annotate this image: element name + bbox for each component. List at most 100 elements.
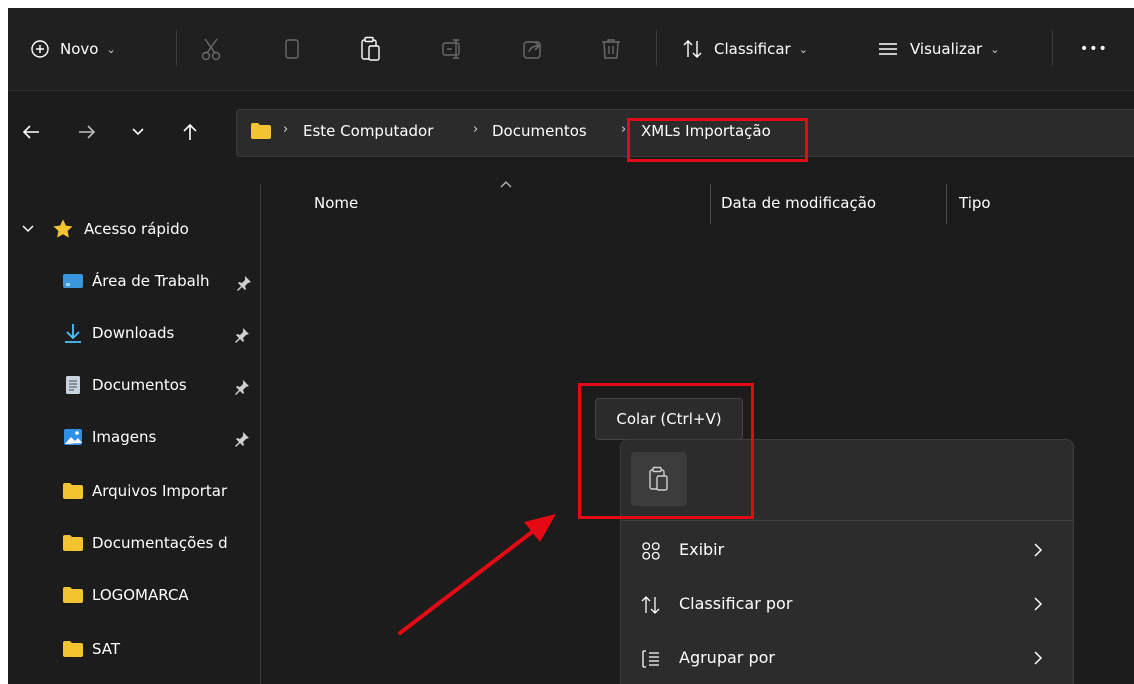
sidebar-item-label: Documentações d [92,534,228,552]
pin-icon [235,328,249,343]
sidebar-item-folder[interactable]: SAT [62,634,120,664]
copy-icon [285,39,299,59]
toolbar-separator [1052,30,1053,66]
sidebar-item-label: Imagens [92,428,157,446]
chevron-down-icon: ⌄ [798,42,808,56]
highlight-box-paste [578,383,754,519]
sidebar-item-label: Arquivos Importar [92,482,228,500]
navigation-pane: Acesso rápido Área de Trabalh Downloads … [8,174,262,684]
copy-button[interactable] [283,8,301,90]
toolbar-separator [176,30,177,66]
delete-button[interactable] [600,8,622,90]
sidebar-item-documents[interactable]: Documentos [62,370,187,400]
arrow-up-icon [183,123,197,140]
recent-locations-button[interactable] [132,91,144,173]
chevron-down-icon [132,128,144,136]
grid-view-icon [642,542,660,560]
sidebar-item-folder[interactable]: Arquivos Importar [62,476,227,506]
sort-button-label: Classificar [714,40,791,58]
more-icon: ••• [1080,41,1108,57]
sidebar-quick-access-label: Acesso rápido [84,220,189,238]
chevron-down-icon: ⌄ [990,42,1000,56]
breadcrumb-separator: › [473,122,479,137]
pin-icon [235,432,249,447]
sidebar-item-folder[interactable]: Documentações d [62,528,228,558]
desktop-icon [62,272,84,290]
sort-button[interactable]: Classificar ⌄ [682,8,808,90]
breadcrumb-documents[interactable]: Documentos [492,122,587,140]
download-icon [62,324,84,343]
chevron-right-icon [1034,597,1043,611]
trash-icon [602,39,620,59]
sidebar-item-label: Área de Trabalh [92,272,210,290]
sort-icon [641,596,660,614]
chevron-down-icon: ⌄ [106,42,116,56]
menu-item-label: Classificar por [679,594,793,613]
menu-item-label: Exibir [679,540,725,559]
list-view-icon [879,43,897,55]
image-icon [62,428,84,446]
new-button-label: Novo [60,40,99,58]
toolbar-separator [656,30,657,66]
breadcrumb-separator: › [283,122,289,137]
pin-icon [235,380,249,395]
command-bar: Novo ⌄ Classificar ⌄ Visualizar ⌄ ••• [8,8,1134,91]
menu-item-label: Agrupar por [679,648,775,667]
arrow-right-icon [79,125,96,139]
column-header-type[interactable]: Tipo [959,194,991,212]
sidebar-item-pictures[interactable]: Imagens [62,422,156,452]
view-button-label: Visualizar [910,40,983,58]
breadcrumb-this-pc[interactable]: Este Computador [303,122,433,140]
new-button[interactable]: Novo ⌄ [30,8,116,90]
folder-icon [62,586,84,604]
rename-button[interactable] [441,8,465,90]
column-divider[interactable] [710,184,711,224]
sidebar-item-label: SAT [92,640,121,658]
cut-button[interactable] [200,8,222,90]
menu-item-view[interactable]: Exibir [621,526,1073,576]
highlight-box-current-folder [627,118,808,162]
column-header-date-modified[interactable]: Data de modificação [721,194,876,212]
column-header-name[interactable]: Nome [314,194,358,212]
star-icon [53,219,73,238]
chevron-right-icon [1034,651,1043,665]
folder-icon [62,482,84,500]
share-icon [523,41,541,59]
sort-ascending-icon [500,181,512,188]
chevron-right-icon [1034,543,1043,557]
pin-icon [237,276,251,291]
plus-circle-icon [31,40,49,58]
folder-icon [251,123,271,139]
view-button[interactable]: Visualizar ⌄ [878,8,999,90]
chevron-down-icon [22,225,34,233]
forward-button[interactable] [78,91,96,173]
scissors-icon [201,38,221,61]
sidebar-item-label: Downloads [92,324,175,342]
sidebar-item-folder[interactable]: LOGOMARCA [62,580,189,610]
sidebar-item-label: LOGOMARCA [92,586,189,604]
clipboard-icon [361,36,380,61]
document-icon [62,376,84,394]
folder-icon [62,534,84,552]
sidebar-item-label: Documentos [92,376,187,394]
pane-divider[interactable] [260,184,261,684]
up-button[interactable] [182,91,198,173]
folder-icon [62,640,84,658]
file-explorer-window: Novo ⌄ Classificar ⌄ Visualizar ⌄ ••• › … [8,8,1134,684]
sidebar-item-downloads[interactable]: Downloads [62,318,174,348]
navigation-bar: › Este Computador › Documentos › XMLs Im… [8,91,1134,173]
more-options-button[interactable]: ••• [1080,8,1108,90]
back-button[interactable] [22,91,40,173]
group-icon [642,650,659,668]
arrow-left-icon [22,125,39,139]
sidebar-quick-access[interactable]: Acesso rápido [22,214,189,244]
paste-button[interactable] [360,8,382,90]
breadcrumb-separator: › [621,122,627,137]
column-divider[interactable] [946,184,947,224]
sidebar-item-desktop[interactable]: Área de Trabalh [62,266,210,296]
sort-arrows-icon [683,40,702,58]
menu-item-group-by[interactable]: Agrupar por [621,634,1073,684]
share-button[interactable] [522,8,544,90]
rename-icon [442,39,460,59]
menu-item-sort-by[interactable]: Classificar por [621,580,1073,630]
